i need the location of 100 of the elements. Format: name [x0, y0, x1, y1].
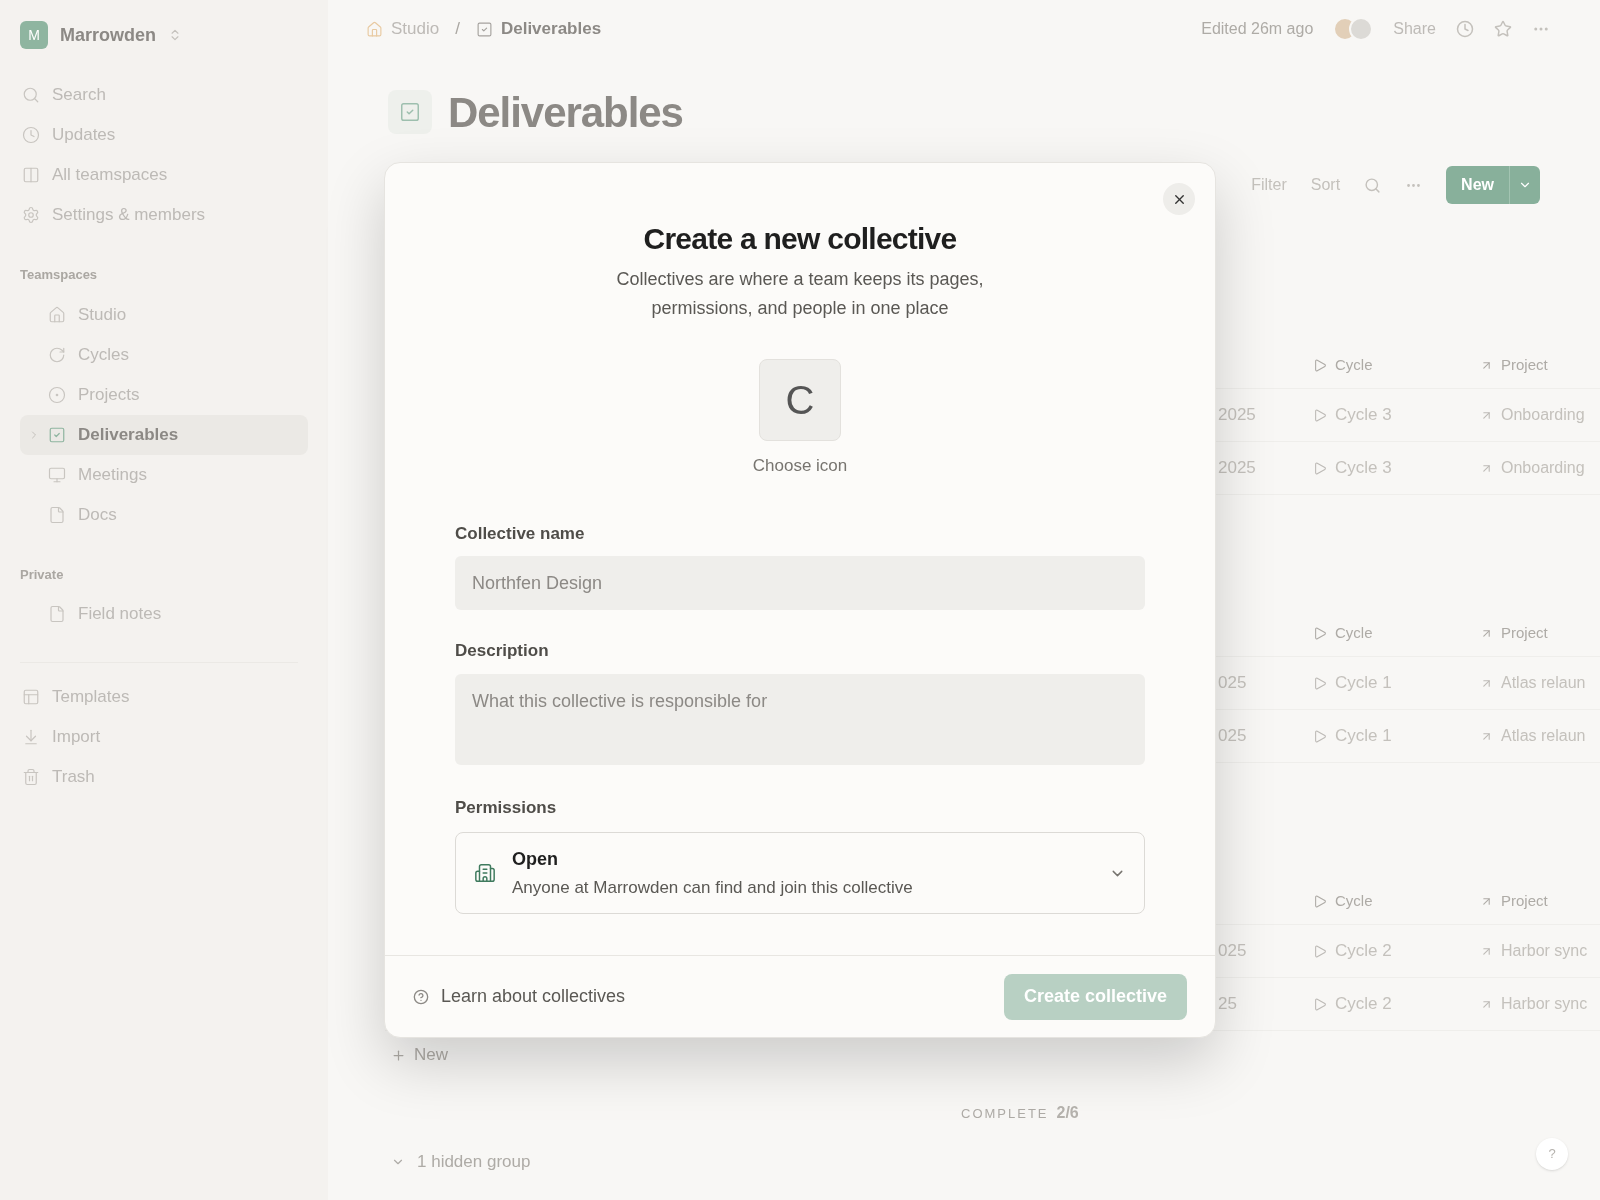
column-header[interactable]: Cycle [1314, 353, 1480, 377]
checkbox-icon [475, 20, 493, 38]
sidebar-item[interactable]: Projects [20, 374, 308, 415]
create-button: Create collective [1003, 973, 1187, 1020]
field-label: Permissions [455, 796, 558, 819]
breadcrumb[interactable]: Studio [366, 16, 440, 42]
date-cell-text: 2025 [1217, 457, 1257, 480]
star-icon[interactable] [1494, 20, 1512, 38]
sidebar-item[interactable]: Templates [20, 677, 308, 717]
page-icon [388, 90, 432, 134]
triangle-icon [1314, 997, 1327, 1011]
filter-button[interactable]: Filter [1251, 173, 1287, 197]
date-cell-text: 025 [1217, 940, 1248, 963]
house-icon [48, 305, 66, 324]
target-icon [48, 385, 66, 404]
permission-description: Anyone at Marrowden can find and join this collective [512, 876, 913, 899]
trash-icon [22, 768, 40, 786]
columns-icon [22, 166, 40, 184]
permissions-select[interactable]: Open Anyone at Marrowden can find and join this collective [455, 832, 1145, 914]
field-label: Description [455, 640, 550, 662]
plus-icon [391, 1047, 406, 1063]
dialog-subtitle: Collectives are where a team keeps its pages, [616, 268, 984, 291]
triangle-icon [1314, 626, 1327, 640]
sidebar-item[interactable]: Deliverables [20, 414, 308, 455]
sidebar-item[interactable]: Meetings [20, 454, 308, 495]
project-cell-text: Harbor sync [1501, 941, 1588, 961]
sidebar-item[interactable]: Cycles [20, 334, 308, 375]
workspace-avatar: M [20, 21, 48, 49]
settings-icon [22, 206, 40, 224]
triangle-icon [1314, 944, 1327, 958]
sidebar-item[interactable]: Search [20, 75, 308, 115]
sidebar-item[interactable]: Settings & members [20, 195, 308, 235]
date-cell-text: 025 [1217, 725, 1248, 748]
cycle-cell-text: Cycle 2 [1335, 940, 1392, 963]
share-button[interactable]: Share [1393, 17, 1436, 41]
file-icon [48, 605, 66, 623]
sort-button[interactable]: Sort [1310, 173, 1341, 197]
house-icon [366, 20, 383, 38]
project-cell-text: Atlas relaun [1501, 673, 1586, 693]
column-header[interactable]: Cycle [1314, 621, 1480, 645]
hidden-groups-toggle[interactable]: 1 hidden group [385, 1149, 555, 1175]
triangle-icon [1314, 894, 1327, 908]
field-label: Collective name [455, 522, 586, 545]
download-icon [22, 728, 40, 746]
triangle-icon [1314, 461, 1327, 475]
sidebar-item[interactable]: Trash [20, 757, 308, 797]
description-field[interactable]: What this collective is responsible for [455, 673, 1145, 765]
column-header[interactable]: Project [1480, 621, 1548, 645]
cycle-cell-text: Cycle 1 [1335, 725, 1392, 748]
close-button[interactable] [1163, 183, 1195, 215]
help-icon [413, 988, 429, 1005]
add-row-button[interactable]: New [385, 1033, 465, 1077]
edited-time: Edited 26m ago [1201, 19, 1314, 39]
avatar-stack [1333, 17, 1374, 41]
cycle-cell-text: Cycle 2 [1335, 993, 1392, 1016]
project-cell-text: Harbor sync [1501, 994, 1588, 1014]
breadcrumb[interactable]: Deliverables [475, 16, 602, 42]
sidebar-item[interactable]: All teamspaces [20, 155, 308, 195]
cycle-cell-text: Cycle 3 [1335, 457, 1392, 480]
help-button[interactable]: ? [1536, 1138, 1568, 1170]
column-header[interactable]: Project [1480, 889, 1548, 913]
dialog-title: Create a new collective [643, 221, 957, 257]
project-cell-text: Onboarding [1501, 458, 1585, 478]
cycle-cell-text: Cycle 1 [1335, 672, 1392, 695]
choose-icon-label: Choose icon [752, 455, 848, 477]
monitor-icon [48, 465, 66, 484]
column-header[interactable]: Project [1480, 353, 1548, 377]
search-icon[interactable] [1364, 176, 1382, 194]
sidebar-item[interactable]: Studio [20, 294, 308, 335]
triangle-icon [1314, 358, 1327, 372]
section-title: Private [20, 565, 65, 584]
triangle-icon [1314, 408, 1327, 422]
sidebar-item[interactable]: Import [20, 717, 308, 757]
summary: COMPLETE 2/6 [961, 1103, 1080, 1123]
date-cell-text: 2025 [1217, 404, 1257, 427]
refresh-icon [48, 345, 66, 364]
column-header[interactable]: Cycle [1314, 889, 1480, 913]
sidebar-item[interactable]: Updates [20, 115, 308, 155]
sidebar-item[interactable]: Docs [20, 494, 308, 535]
learn-link[interactable]: Learn about collectives [413, 983, 626, 1010]
section-title: Teamspaces [20, 266, 99, 284]
clock-icon[interactable] [1456, 20, 1474, 38]
triangle-icon [1314, 729, 1327, 743]
workspace-name[interactable]: Marrowden [60, 21, 156, 49]
permission-title: Open [512, 847, 559, 871]
search-icon [22, 86, 40, 104]
page-title: Deliverables [448, 87, 683, 138]
cycle-cell-text: Cycle 3 [1335, 404, 1392, 427]
breadcrumb-separator: / [455, 18, 460, 41]
project-cell-text: Onboarding [1501, 405, 1585, 425]
name-field[interactable]: Northfen Design [455, 556, 1145, 610]
new-button[interactable]: New [1446, 166, 1540, 204]
template-icon [22, 688, 40, 706]
icon-picker[interactable]: C [759, 359, 841, 441]
date-cell-text: 025 [1217, 672, 1248, 695]
dialog-subtitle: permissions, and people in one place [651, 297, 949, 320]
project-cell-text: Atlas relaun [1501, 726, 1586, 746]
checkbox-icon [48, 425, 66, 444]
sidebar-item[interactable]: Field notes [20, 594, 308, 634]
triangle-icon [1314, 676, 1327, 690]
